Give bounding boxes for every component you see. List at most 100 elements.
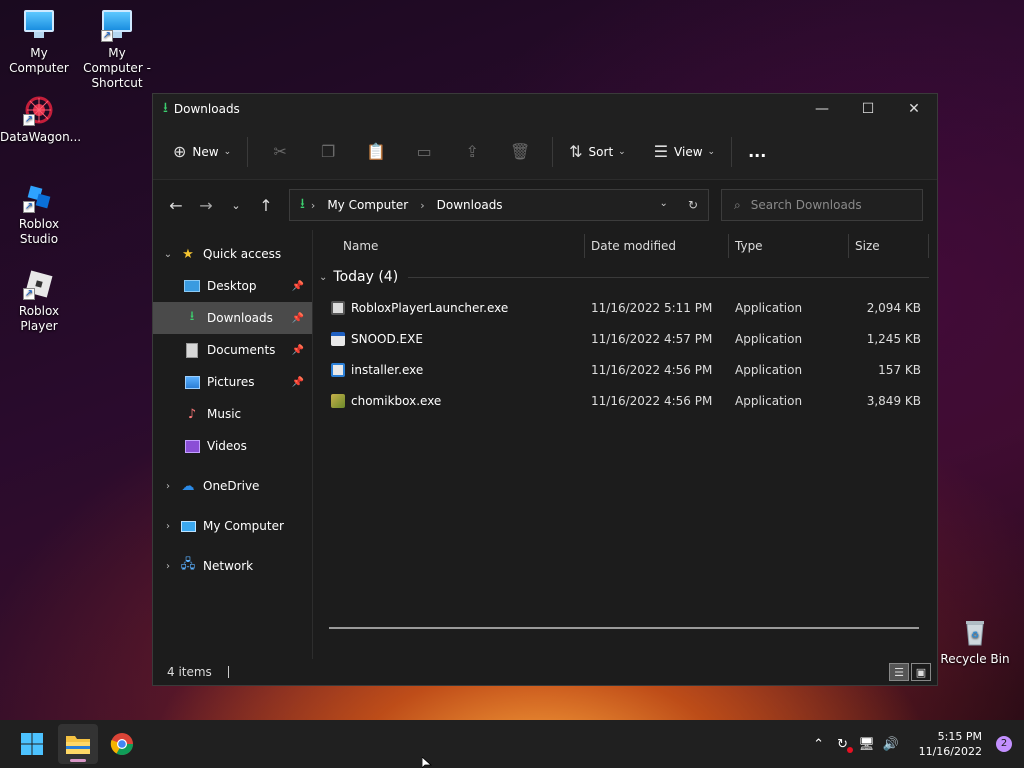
network-icon: 🖧 xyxy=(180,557,196,572)
nav-item-pictures[interactable]: Pictures 📌 xyxy=(153,366,312,398)
toolbar-divider xyxy=(247,136,249,167)
rename-icon[interactable]: ▭ xyxy=(400,142,448,161)
table-row[interactable]: SNOOD.EXE 11/16/2022 4:57 PM Application… xyxy=(313,323,937,354)
title-bar[interactable]: ⭳ Downloads — ☐ ✕ xyxy=(153,94,937,124)
status-bar: 4 items ☰ ▣ xyxy=(153,659,937,685)
start-button[interactable] xyxy=(12,724,52,764)
clock[interactable]: 5:15 PM 11/16/2022 xyxy=(919,729,982,759)
item-count: 4 items xyxy=(167,665,212,679)
details-view-icon[interactable]: ☰ xyxy=(889,663,909,681)
search-box[interactable]: ⌕ Search Downloads xyxy=(721,189,923,221)
horizontal-scrollbar[interactable] xyxy=(329,627,919,629)
nav-onedrive[interactable]: › ☁ OneDrive xyxy=(153,470,312,502)
paste-icon[interactable]: 📋 xyxy=(352,142,400,161)
delete-icon[interactable]: 🗑 xyxy=(496,142,544,161)
taskbar: ⌃ ↻ 🖥 🔊 5:15 PM 11/16/2022 2 xyxy=(0,720,1024,768)
nav-item-downloads[interactable]: ⭳ Downloads 📌 xyxy=(153,302,312,334)
column-header-name[interactable]: Name xyxy=(343,230,378,262)
expand-chevron-icon[interactable]: › xyxy=(157,561,179,572)
column-divider[interactable] xyxy=(728,234,729,258)
desktop-icon-roblox-player[interactable]: ↗ Roblox Player xyxy=(0,268,78,334)
desktop-icon-label: Recycle Bin xyxy=(940,652,1010,666)
group-header-today[interactable]: ⌄ Today (4) xyxy=(313,262,937,292)
nav-quick-access[interactable]: ⌄ ★ Quick access xyxy=(153,238,312,270)
new-button[interactable]: ⊕ New ⌄ xyxy=(165,136,239,168)
column-divider[interactable] xyxy=(928,234,929,258)
column-header-type[interactable]: Type xyxy=(735,230,763,262)
nav-network[interactable]: › 🖧 Network xyxy=(153,550,312,582)
nav-item-desktop[interactable]: Desktop 📌 xyxy=(153,270,312,302)
taskbar-file-explorer[interactable] xyxy=(58,724,98,764)
sort-button[interactable]: ⇅ Sort ⌄ xyxy=(561,136,634,168)
file-size: 157 KB xyxy=(878,362,921,377)
download-icon: ⭳ xyxy=(189,309,195,324)
recent-locations-chevron-icon[interactable]: ⌄ xyxy=(221,199,251,212)
download-icon: ⭳ xyxy=(300,196,305,212)
column-header-row: Name Date modified Type Size xyxy=(313,230,937,262)
file-name: installer.exe xyxy=(351,362,424,377)
music-icon: ♪ xyxy=(187,406,197,422)
cut-icon[interactable]: ✂ xyxy=(256,142,304,161)
desktop-icon-datawagon[interactable]: ↗ DataWagon... xyxy=(0,94,81,145)
column-divider[interactable] xyxy=(584,234,585,258)
pin-icon: 📌 xyxy=(291,376,304,388)
nav-my-computer[interactable]: › My Computer xyxy=(153,510,312,542)
search-icon: ⌕ xyxy=(734,197,741,212)
folder-icon xyxy=(66,736,90,754)
forward-arrow-icon[interactable]: → xyxy=(191,196,221,215)
taskbar-chrome[interactable] xyxy=(102,724,142,764)
minimize-button[interactable]: — xyxy=(799,94,845,124)
nav-item-videos[interactable]: Videos xyxy=(153,430,312,462)
windows-logo-icon xyxy=(21,733,43,755)
table-row[interactable]: installer.exe 11/16/2022 4:56 PM Applica… xyxy=(313,354,937,385)
address-bar[interactable]: ⭳ › My Computer › Downloads ⌄ ↻ xyxy=(289,189,709,221)
breadcrumb-downloads[interactable]: Downloads xyxy=(437,198,503,212)
refresh-icon[interactable]: ↻ xyxy=(688,198,698,212)
desktop-icon-recycle-bin[interactable]: ♻ Recycle Bin xyxy=(936,616,1014,667)
view-button[interactable]: ☰ View ⌄ xyxy=(646,136,723,168)
up-arrow-icon[interactable]: ↑ xyxy=(251,196,281,215)
more-label: ... xyxy=(748,142,767,161)
new-label: New xyxy=(192,144,219,159)
tiles-view-icon[interactable]: ▣ xyxy=(911,663,931,681)
file-list: Name Date modified Type Size ⌄ Today (4)… xyxy=(313,230,937,659)
clock-time: 5:15 PM xyxy=(937,730,982,743)
sync-icon[interactable]: ↻ xyxy=(831,737,855,753)
table-row[interactable]: chomikbox.exe 11/16/2022 4:56 PM Applica… xyxy=(313,385,937,416)
nav-label: Music xyxy=(207,407,242,421)
column-divider[interactable] xyxy=(848,234,849,258)
group-label: Today (4) xyxy=(333,269,399,285)
nav-item-music[interactable]: ♪ Music xyxy=(153,398,312,430)
more-options-button[interactable]: ... xyxy=(740,136,774,168)
desktop-icon-my-computer[interactable]: My Computer xyxy=(0,8,78,76)
expand-chevron-icon[interactable]: ⌄ xyxy=(157,249,179,260)
nav-label: Downloads xyxy=(207,311,273,325)
column-label: Name xyxy=(343,239,379,253)
volume-icon[interactable]: 🔊 xyxy=(879,737,903,752)
nav-label: Desktop xyxy=(207,279,257,293)
desktop-icon-roblox-studio[interactable]: ↗ Roblox Studio xyxy=(0,181,78,247)
network-tray-icon[interactable]: 🖥 xyxy=(855,737,879,752)
table-row[interactable]: RobloxPlayerLauncher.exe 11/16/2022 5:11… xyxy=(313,292,937,323)
notification-badge[interactable]: 2 xyxy=(996,736,1012,752)
address-dropdown-icon[interactable]: ⌄ xyxy=(660,198,668,212)
maximize-button[interactable]: ☐ xyxy=(845,94,891,124)
breadcrumb-my-computer[interactable]: My Computer xyxy=(327,198,408,212)
nav-label: Pictures xyxy=(207,375,255,389)
download-icon: ⭳ xyxy=(163,100,168,116)
expand-chevron-icon[interactable]: › xyxy=(157,521,179,532)
videos-icon xyxy=(183,438,201,454)
share-icon[interactable]: ⇪ xyxy=(448,142,496,161)
pin-icon: 📌 xyxy=(291,312,304,324)
chevron-up-icon[interactable]: ⌃ xyxy=(807,737,831,752)
copy-icon[interactable]: ❐ xyxy=(304,142,352,161)
nav-item-documents[interactable]: Documents 📌 xyxy=(153,334,312,366)
column-header-date[interactable]: Date modified xyxy=(591,230,676,262)
expand-chevron-icon[interactable]: › xyxy=(157,481,179,492)
close-button[interactable]: ✕ xyxy=(891,94,937,124)
desktop-icon-my-computer-shortcut[interactable]: ↗ My Computer - Shortcut xyxy=(78,8,156,91)
back-arrow-icon[interactable]: ← xyxy=(161,196,191,215)
desktop-icon-label: Roblox Player xyxy=(18,304,60,333)
collapse-chevron-icon[interactable]: ⌄ xyxy=(319,272,327,283)
column-header-size[interactable]: Size xyxy=(855,230,880,262)
